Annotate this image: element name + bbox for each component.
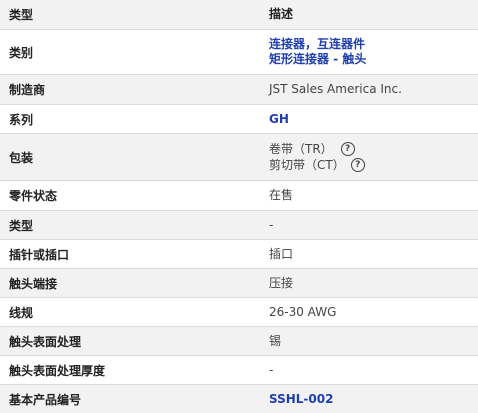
row-category: 类别 连接器，互连器件 矩形连接器 - 触头: [0, 30, 478, 75]
row-type: 类型 -: [0, 211, 478, 240]
row-value: 26-30 AWG: [269, 304, 337, 319]
packaging-tr-label: 卷带（TR）: [269, 141, 333, 156]
row-label: 系列: [9, 112, 34, 127]
row-value: GH: [262, 112, 478, 127]
row-pin-or-socket: 插针或插口 插口: [0, 240, 478, 269]
base-product-link[interactable]: SSHL-002: [269, 392, 478, 407]
row-label: 触头端接: [9, 276, 58, 291]
row-value: SSHL-002: [262, 392, 478, 407]
packaging-ct-label: 剪切带（CT）: [269, 157, 345, 172]
row-contact-finish-thickness: 触头表面处理厚度 -: [0, 356, 478, 385]
row-value: 连接器，互连器件 矩形连接器 - 触头: [262, 37, 478, 67]
row-base-product-number: 基本产品编号 SSHL-002: [0, 385, 478, 413]
row-wire-gauge: 线规 26-30 AWG: [0, 298, 478, 327]
category-link-rectangular-contacts[interactable]: 矩形连接器 - 触头: [269, 52, 478, 67]
row-label: 插针或插口: [9, 247, 70, 262]
row-label: 触头表面处理厚度: [9, 363, 106, 378]
row-value: -: [269, 362, 274, 377]
row-label: 线规: [9, 305, 34, 320]
row-part-status: 零件状态 在售: [0, 181, 478, 211]
packaging-ct: 剪切带（CT） ?: [269, 157, 478, 173]
row-value: 锡: [269, 333, 282, 348]
row-value: 在售: [269, 188, 294, 202]
row-contact-termination: 触头端接 压接: [0, 269, 478, 298]
row-series: 系列 GH: [0, 105, 478, 134]
row-label: 基本产品编号: [9, 392, 82, 407]
row-label: 包装: [9, 150, 34, 165]
row-label: 零件状态: [9, 189, 58, 203]
row-packaging: 包装 卷带（TR） ? 剪切带（CT） ?: [0, 134, 478, 181]
row-value: 压接: [269, 275, 294, 290]
header-type: 类型: [9, 8, 34, 22]
row-manufacturer: 制造商 JST Sales America Inc.: [0, 75, 478, 105]
row-contact-finish: 触头表面处理 锡: [0, 327, 478, 356]
row-label: 类型: [9, 218, 34, 233]
row-value: 插口: [269, 246, 294, 261]
product-attributes-table: 类型 描述 类别 连接器，互连器件 矩形连接器 - 触头 制造商 JST Sal…: [0, 0, 478, 413]
question-circle-icon[interactable]: ?: [340, 142, 355, 156]
table-header-row: 类型 描述: [0, 0, 478, 30]
series-link[interactable]: GH: [269, 112, 478, 127]
packaging-tr: 卷带（TR） ?: [269, 141, 478, 157]
row-value: 卷带（TR） ? 剪切带（CT） ?: [262, 141, 478, 173]
category-link-connectors[interactable]: 连接器，互连器件: [269, 37, 478, 52]
question-circle-icon[interactable]: ?: [350, 158, 365, 172]
row-value: -: [269, 217, 274, 232]
row-label: 类别: [9, 45, 34, 60]
row-value: JST Sales America Inc.: [269, 82, 402, 96]
row-label: 制造商: [9, 83, 46, 97]
row-label: 触头表面处理: [9, 334, 82, 349]
header-description: 描述: [269, 7, 294, 21]
